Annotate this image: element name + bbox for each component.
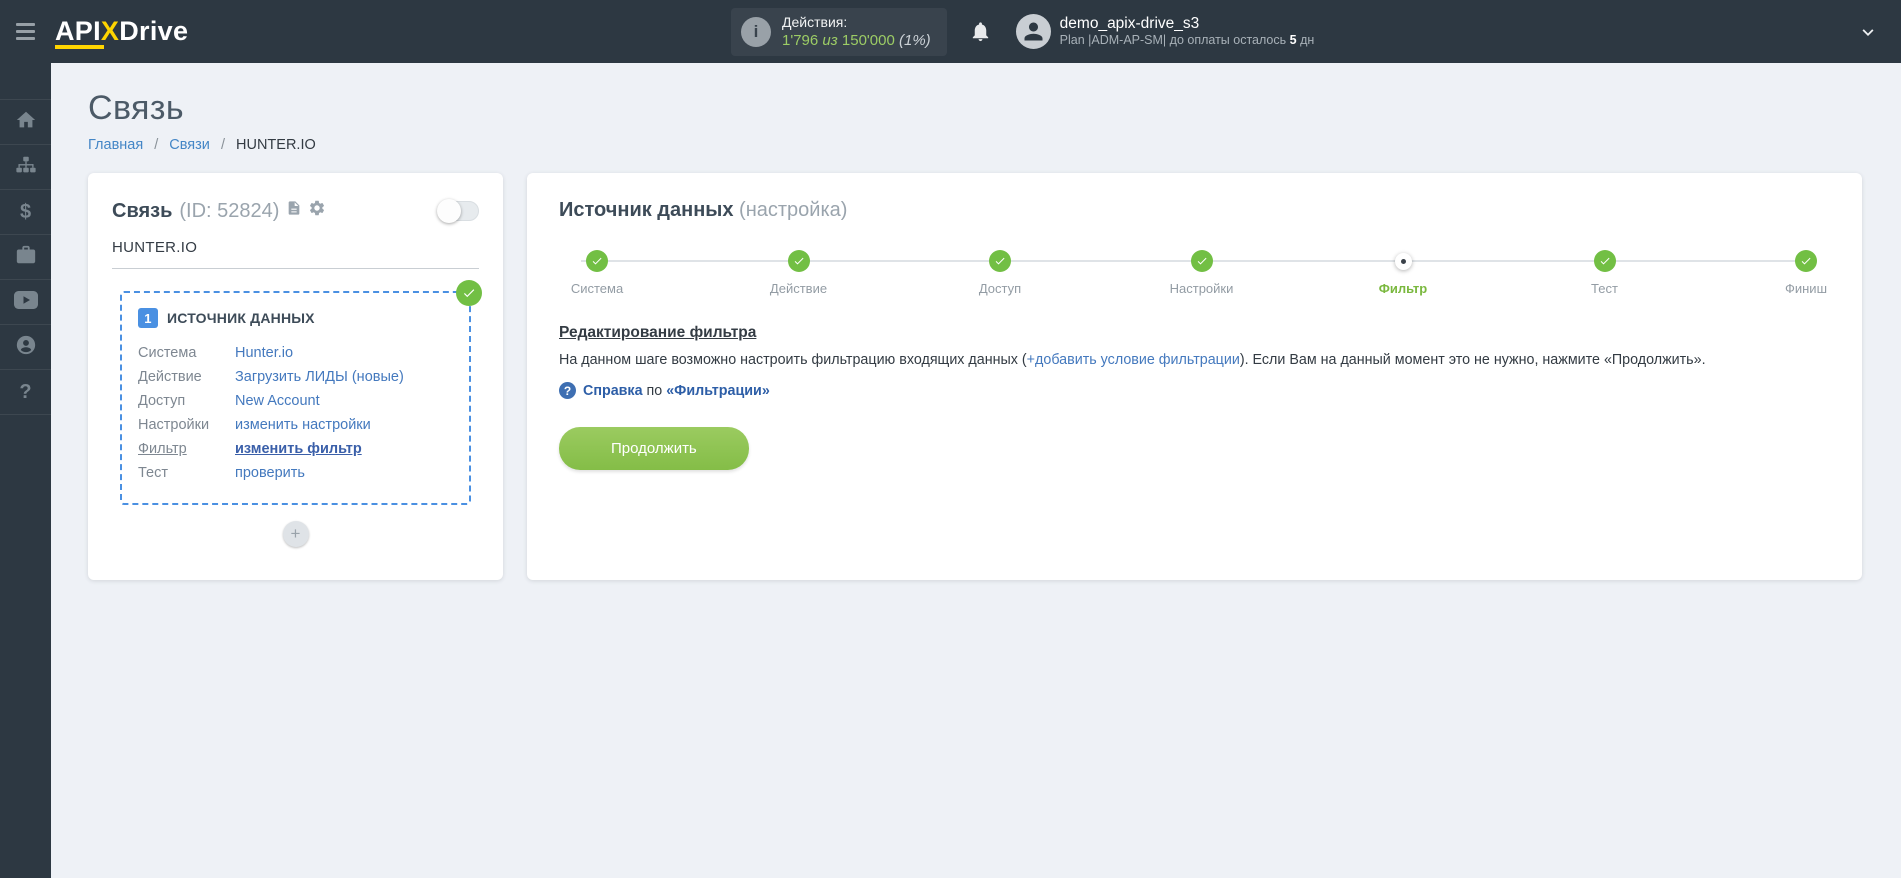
- sidebar-item-help[interactable]: ?: [0, 370, 51, 415]
- step-test[interactable]: Тест: [1567, 250, 1643, 296]
- logo-api: API: [55, 16, 101, 46]
- source-row-access: Доступ New Account: [138, 389, 453, 413]
- help-filter-link[interactable]: «Фильтрации»: [666, 383, 770, 399]
- breadcrumb-current: HUNTER.IO: [236, 137, 316, 153]
- link-summary-card: Связь (ID: 52824) HUNTER.IO 1 ИСТОЧНИК Д…: [88, 173, 503, 580]
- user-info[interactable]: demo_apix-drive_s3 Plan |ADM-AP-SM| до о…: [1060, 14, 1315, 49]
- youtube-icon: [13, 290, 38, 314]
- step-filter-current[interactable]: Фильтр: [1365, 250, 1441, 296]
- step-check-icon: [787, 250, 810, 272]
- add-filter-condition-link[interactable]: +добавить условие фильтрации: [1027, 352, 1240, 368]
- source-box-title: 1 ИСТОЧНИК ДАННЫХ: [138, 308, 453, 328]
- person-icon: [15, 334, 37, 361]
- help-question-icon: ?: [559, 382, 576, 400]
- briefcase-icon: [15, 244, 37, 271]
- link-card-title: Связь (ID: 52824): [112, 199, 326, 223]
- sidebar: $ ?: [0, 63, 51, 878]
- source-row-filter: Фильтр изменить фильтр: [138, 437, 453, 461]
- step-check-icon: [1190, 250, 1213, 272]
- filter-description: На данном шаге возможно настроить фильтр…: [559, 352, 1706, 368]
- days-left: 5: [1289, 33, 1297, 48]
- step-number-badge: 1: [138, 308, 158, 328]
- breadcrumb-home[interactable]: Главная: [88, 137, 143, 153]
- question-icon: ?: [19, 380, 32, 403]
- dollar-icon: $: [19, 200, 32, 223]
- source-row-action: Действие Загрузить ЛИДЫ (новые): [138, 365, 453, 389]
- page-title: Связь: [88, 89, 184, 127]
- setup-card-title: Источник данных (настройка): [559, 199, 848, 221]
- step-settings[interactable]: Настройки: [1164, 250, 1240, 296]
- menu-button[interactable]: [0, 0, 51, 63]
- sidebar-item-video[interactable]: [0, 280, 51, 325]
- test-value-link[interactable]: проверить: [235, 461, 305, 485]
- chevron-down-icon[interactable]: [1857, 21, 1879, 43]
- step-action[interactable]: Действие: [761, 250, 837, 296]
- step-system[interactable]: Система: [559, 250, 635, 296]
- user-name: demo_apix-drive_s3: [1059, 15, 1200, 32]
- app-logo[interactable]: APIXDrive: [55, 16, 188, 47]
- help-link[interactable]: Справка: [583, 383, 643, 399]
- sidebar-item-home[interactable]: [0, 100, 51, 145]
- notifications-bell-icon[interactable]: [969, 20, 992, 43]
- step-finish[interactable]: Финиш: [1768, 250, 1844, 296]
- user-avatar[interactable]: [1015, 14, 1051, 49]
- home-icon: [15, 109, 37, 136]
- filter-section-title: Редактирование фильтра: [559, 324, 757, 341]
- actions-percent: (1%): [899, 32, 931, 49]
- step-check-icon: [989, 250, 1011, 272]
- access-value-link[interactable]: New Account: [235, 389, 320, 413]
- top-header: APIXDrive i Действия: 1'796 из 150'000 (…: [0, 0, 1901, 63]
- data-source-box[interactable]: 1 ИСТОЧНИК ДАННЫХ Система Hunter.io Дейс…: [120, 280, 482, 505]
- source-row-settings: Настройки изменить настройки: [138, 413, 453, 437]
- actions-total: 150'000: [841, 32, 895, 49]
- link-enable-toggle[interactable]: [437, 199, 479, 223]
- actions-counter[interactable]: i Действия: 1'796 из 150'000 (1%): [731, 7, 947, 56]
- main-content: Связь Главная / Связи / HUNTER.IO Связь …: [51, 63, 1901, 878]
- info-icon: i: [741, 16, 771, 47]
- breadcrumb-links[interactable]: Связи: [169, 137, 210, 153]
- sidebar-item-account[interactable]: [0, 325, 51, 370]
- logo-drive: Drive: [119, 16, 189, 46]
- source-row-test: Тест проверить: [138, 461, 453, 485]
- step-check-icon: [1593, 250, 1616, 272]
- actions-label: Действия:: [782, 14, 848, 30]
- link-id: (ID: 52824): [179, 199, 280, 222]
- help-line: ? Справка по «Фильтрации»: [559, 382, 1830, 400]
- setup-progress-stepper: Система Действие Доступ Настройки Фильтр: [559, 250, 1830, 296]
- step-check-icon: [586, 250, 608, 272]
- actions-of: из: [822, 32, 838, 49]
- sidebar-spacer: [0, 63, 51, 100]
- sidebar-item-connections[interactable]: [0, 145, 51, 190]
- source-row-system: Система Hunter.io: [138, 341, 453, 365]
- log-document-icon[interactable]: [286, 199, 302, 223]
- source-setup-card: Источник данных (настройка) Система Дейс…: [527, 173, 1862, 580]
- settings-value-link[interactable]: изменить настройки: [235, 413, 371, 437]
- actions-used: 1'796: [782, 32, 819, 49]
- action-value-link[interactable]: Загрузить ЛИДЫ (новые): [235, 365, 404, 389]
- sitemap-icon: [15, 154, 37, 181]
- system-value-link[interactable]: Hunter.io: [235, 341, 293, 365]
- source-done-check-icon: [456, 280, 482, 306]
- gear-icon[interactable]: [308, 199, 326, 223]
- sidebar-item-services[interactable]: [0, 235, 51, 280]
- logo-x: X: [100, 16, 120, 46]
- user-plan: Plan |ADM-AP-SM| до оплаты осталось 5 дн: [1059, 33, 1315, 48]
- link-name: HUNTER.IO: [112, 239, 479, 269]
- step-current-icon: [1394, 252, 1412, 270]
- step-access[interactable]: Доступ: [962, 250, 1038, 296]
- breadcrumb: Главная / Связи / HUNTER.IO: [88, 137, 316, 153]
- step-check-icon: [1795, 250, 1817, 272]
- continue-button[interactable]: Продолжить: [559, 427, 749, 471]
- filter-value-link[interactable]: изменить фильтр: [235, 437, 362, 461]
- actions-values: 1'796 из 150'000 (1%): [782, 32, 931, 49]
- add-step-button[interactable]: +: [282, 521, 309, 547]
- toggle-knob: [437, 199, 461, 223]
- sidebar-item-billing[interactable]: $: [0, 190, 51, 235]
